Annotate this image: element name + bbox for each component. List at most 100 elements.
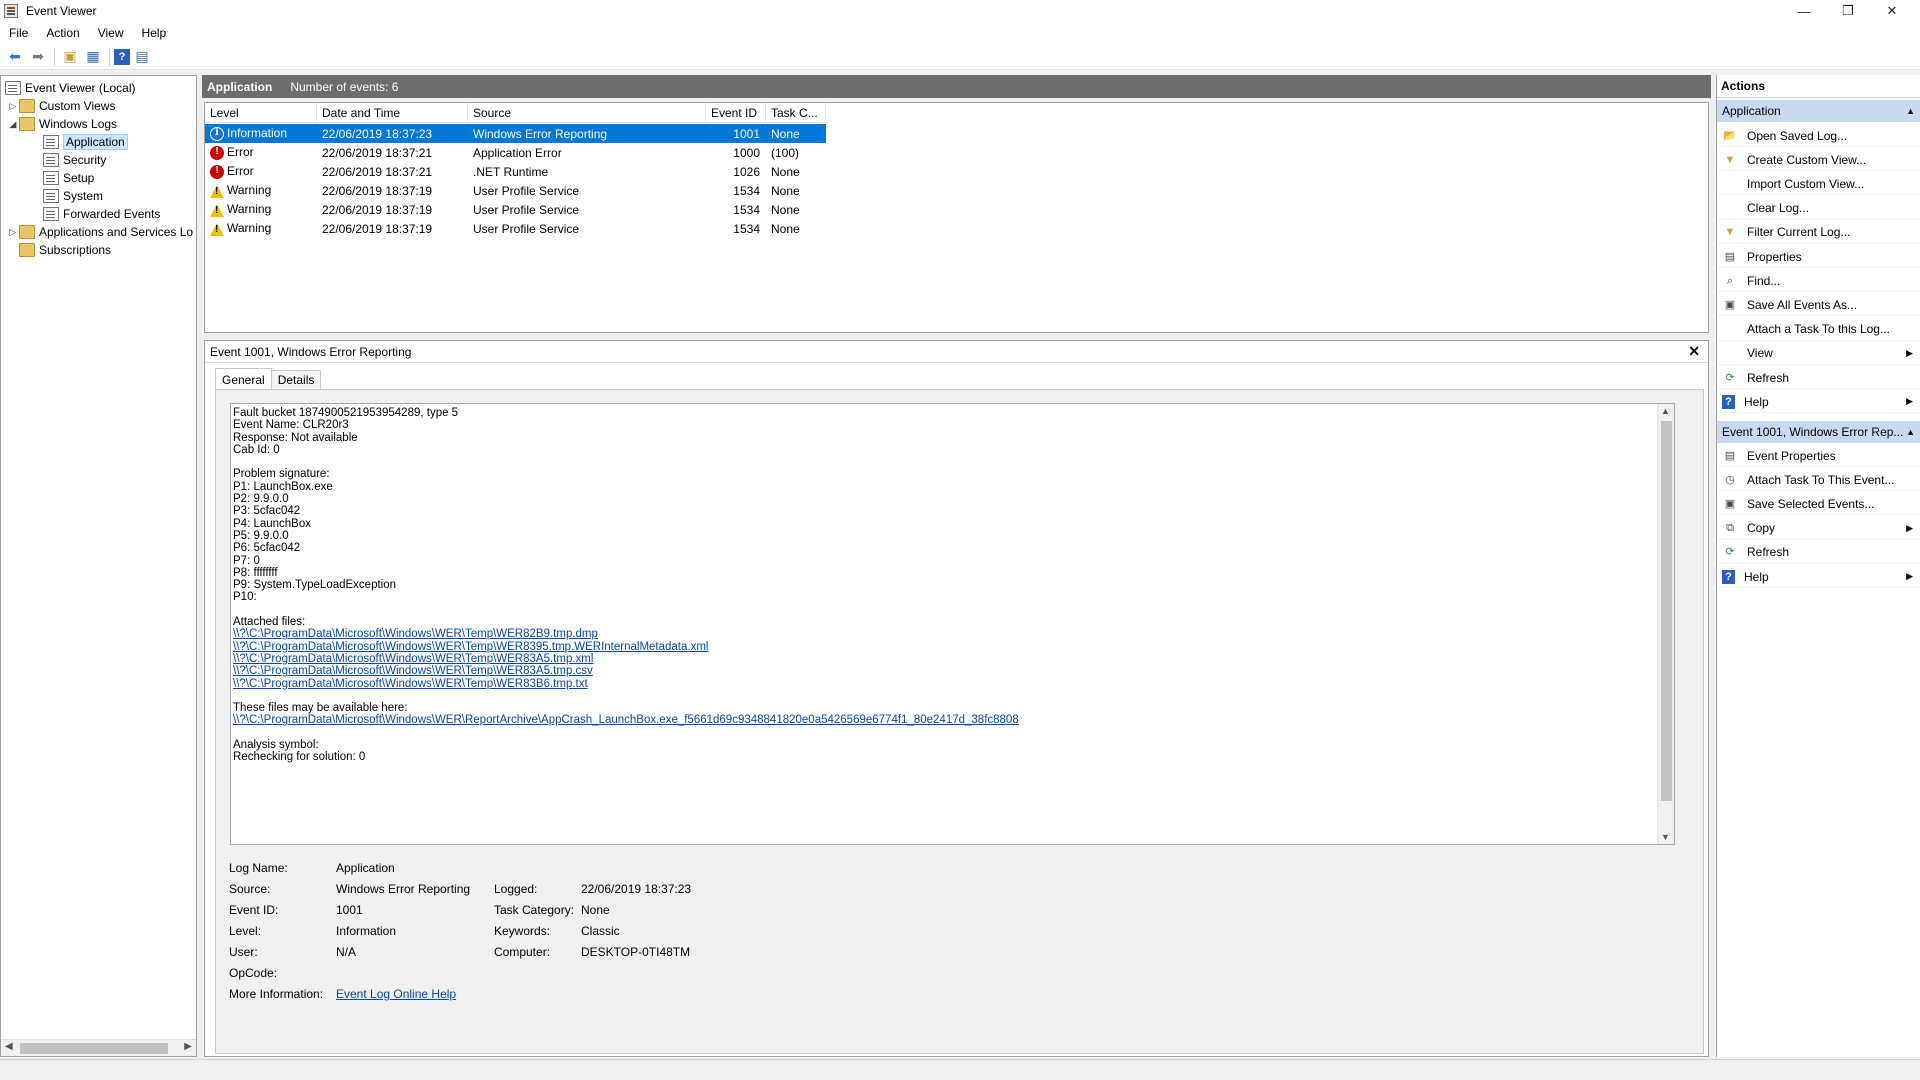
description-line: Rechecking for solution: 0 <box>233 751 366 764</box>
event-row[interactable]: Error 22/06/2019 18:37:21 .NET Runtime 1026… <box>205 162 826 181</box>
section-label: Application <box>1722 104 1781 118</box>
tree-horizontal-scrollbar[interactable]: ◀ ▶ <box>1 1039 196 1056</box>
event-row[interactable]: Warning 22/06/2019 18:37:19 User Profile S… <box>205 219 826 238</box>
action-view[interactable]: View ▶ <box>1717 343 1920 365</box>
toolbar-separator <box>109 47 110 66</box>
filter-icon: ▼ <box>1724 226 1736 239</box>
action-attach-a-task-to-this-log[interactable]: Attach a Task To this Log... <box>1717 319 1920 341</box>
actions-section-event[interactable]: Event 1001, Windows Error Rep... ▲ <box>1717 421 1920 443</box>
tree-item-security[interactable]: Security <box>43 151 106 169</box>
close-button[interactable]: ✕ <box>1870 0 1914 22</box>
tree-item-subscriptions[interactable]: Subscriptions <box>19 241 111 259</box>
action-refresh[interactable]: ⟳ Refresh <box>1717 542 1920 564</box>
scroll-left-icon[interactable]: ◀ <box>5 1041 13 1052</box>
forward-arrow-icon[interactable]: ➡ <box>27 46 49 68</box>
event-cell-event-id: 1534 <box>706 203 766 217</box>
scrollbar-thumb[interactable] <box>20 1043 168 1054</box>
action-copy[interactable]: ⧉ Copy ▶ <box>1717 518 1920 540</box>
event-row[interactable]: Warning 22/06/2019 18:37:19 User Profile S… <box>205 181 826 200</box>
action-event-properties[interactable]: ▤ Event Properties <box>1717 445 1920 467</box>
scroll-right-icon[interactable]: ▶ <box>184 1041 192 1052</box>
event-row[interactable]: Error 22/06/2019 18:37:21 Application Erro… <box>205 143 826 162</box>
event-log-online-help-link[interactable]: Event Log Online Help <box>336 987 456 1001</box>
action-properties[interactable]: ▤ Properties <box>1717 246 1920 268</box>
event-cell-event-id: 1000 <box>706 146 766 160</box>
tab-details[interactable]: Details <box>270 370 322 390</box>
menu-help[interactable]: Help <box>133 26 176 40</box>
menu-file[interactable]: File <box>0 26 37 40</box>
up-folder-icon[interactable]: ▣ <box>59 46 81 68</box>
tree-item-system[interactable]: System <box>43 187 103 205</box>
description-line: Cab Id: 0 <box>233 443 280 456</box>
description-line: P9: System.TypeLoadException <box>233 579 397 592</box>
information-icon <box>210 126 224 141</box>
collapse-icon[interactable]: ▲ <box>1906 100 1915 122</box>
action-attach-task-to-this-event[interactable]: ◷ Attach Task To This Event... <box>1717 469 1920 492</box>
chevron-right-icon[interactable]: ▷ <box>7 101 19 112</box>
event-count: Number of events: 6 <box>290 79 399 94</box>
column-event-id[interactable]: Event ID <box>706 103 766 123</box>
file-path-link[interactable]: \\?\C:\ProgramData\Microsoft\Windows\WER… <box>233 640 1648 653</box>
action-save-all-events-as[interactable]: ▣ Save All Events As... <box>1717 294 1920 317</box>
event-cell-text: Error <box>227 145 254 160</box>
event-cell-task: (100) <box>766 146 826 160</box>
console-tree-icon[interactable]: ▤ <box>131 46 153 68</box>
description-line: P5: 9.9.0.0 <box>233 529 289 542</box>
action-create-custom-view[interactable]: ▼ Create Custom View... <box>1717 149 1920 172</box>
restore-button[interactable]: ❐ <box>1826 0 1870 22</box>
scrollbar-thumb[interactable] <box>1661 421 1672 801</box>
action-find[interactable]: ⌕ Find... <box>1717 270 1920 293</box>
column-level[interactable]: Level <box>205 103 317 123</box>
action-help[interactable]: ? Help ▶ <box>1717 566 1920 588</box>
prop-task-category-label: Task Category: <box>494 903 575 917</box>
file-path-link[interactable]: \\?\C:\ProgramData\Microsoft\Windows\WER… <box>233 664 1648 677</box>
prop-event-id-label: Event ID: <box>229 903 279 917</box>
action-open-saved-log[interactable]: 📂 Open Saved Log... <box>1717 125 1920 147</box>
file-path-link[interactable]: \\?\C:\ProgramData\Microsoft\Windows\WER… <box>233 652 1648 665</box>
event-cell-text: Application Error <box>473 145 562 160</box>
file-path-link[interactable]: \\?\C:\ProgramData\Microsoft\Windows\WER… <box>233 713 1648 726</box>
column-date-time[interactable]: Date and Time <box>317 103 468 123</box>
file-path-link[interactable]: \\?\C:\ProgramData\Microsoft\Windows\WER… <box>233 627 1648 640</box>
back-arrow-icon[interactable]: ⬅ <box>4 46 26 68</box>
event-cell-text: 1534 <box>733 221 760 236</box>
tree-item-label: Setup <box>63 171 95 185</box>
action-refresh[interactable]: ⟳ Refresh <box>1717 367 1920 389</box>
minimize-button[interactable]: — <box>1782 0 1826 22</box>
description-vertical-scrollbar[interactable]: ▲ ▼ <box>1657 404 1674 844</box>
action-save-selected-events[interactable]: ▣ Save Selected Events... <box>1717 493 1920 516</box>
prop-log-name-value: Application <box>336 861 395 875</box>
action-clear-log[interactable]: Clear Log... <box>1717 198 1920 220</box>
event-row[interactable]: Information 22/06/2019 18:37:23 Windows Er… <box>205 124 826 143</box>
chevron-down-icon[interactable]: ◢ <box>7 119 19 130</box>
action-help[interactable]: ? Help ▶ <box>1717 391 1920 414</box>
menu-view[interactable]: View <box>89 26 133 40</box>
tree-item-applications-services[interactable]: ▷ Applications and Services Lo <box>7 223 193 241</box>
action-filter-current-log[interactable]: ▼ Filter Current Log... <box>1717 222 1920 244</box>
actions-section-application[interactable]: Application ▲ <box>1717 100 1920 122</box>
chevron-right-icon[interactable]: ▷ <box>7 227 19 238</box>
menu-action[interactable]: Action <box>37 26 88 40</box>
close-icon[interactable]: ✕ <box>1688 343 1700 360</box>
file-path-link[interactable]: \\?\C:\ProgramData\Microsoft\Windows\WER… <box>233 677 1648 690</box>
tree-item-setup[interactable]: Setup <box>43 169 94 187</box>
scroll-up-icon[interactable]: ▲ <box>1661 406 1670 416</box>
column-task-category[interactable]: Task C... <box>766 103 826 123</box>
scroll-down-icon[interactable]: ▼ <box>1661 832 1670 842</box>
tree-item-windows-logs[interactable]: ◢ Windows Logs <box>7 115 117 133</box>
tree-item-application[interactable]: Application <box>43 133 128 151</box>
action-label: Refresh <box>1747 370 1790 385</box>
help-icon[interactable]: ? <box>114 48 130 65</box>
event-cell-text: User Profile Service <box>473 202 580 217</box>
event-row[interactable]: Warning 22/06/2019 18:37:19 User Profile S… <box>205 200 826 219</box>
tree-item-forwarded-events[interactable]: Forwarded Events <box>43 205 160 223</box>
column-source[interactable]: Source <box>468 103 706 123</box>
tab-general[interactable]: General <box>215 368 272 390</box>
submenu-arrow-icon: ▶ <box>1906 571 1913 581</box>
event-cell-text: 1534 <box>733 202 760 217</box>
tree-item-custom-views[interactable]: ▷ Custom Views <box>7 97 115 115</box>
action-import-custom-view[interactable]: Import Custom View... <box>1717 173 1920 196</box>
show-hide-tree-icon[interactable]: ▦ <box>82 46 104 68</box>
tree-item-root[interactable]: Event Viewer (Local) <box>5 79 136 97</box>
collapse-icon[interactable]: ▲ <box>1906 421 1915 443</box>
